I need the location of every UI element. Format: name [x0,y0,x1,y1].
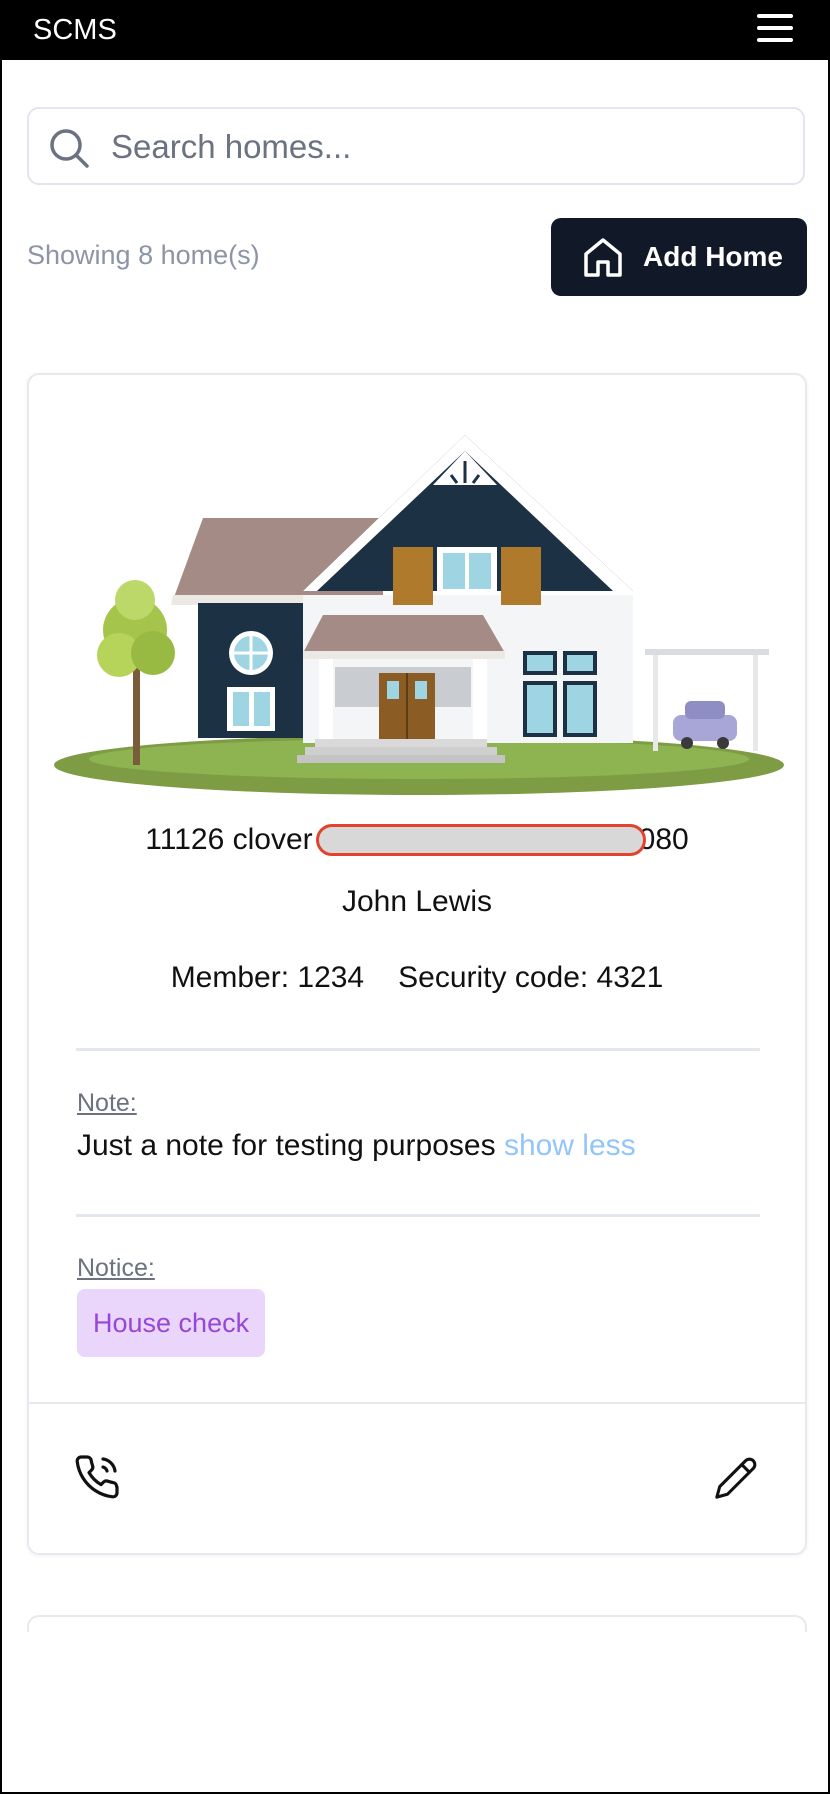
results-count: Showing 8 home(s) [27,240,260,270]
security-code: Security code: 4321 [398,961,664,994]
member-codes: Member: 1234 Security code: 4321 [29,961,805,995]
search-icon [50,129,89,168]
phone-call-icon[interactable] [73,1453,121,1501]
viewport-blank-area [2,1632,828,1792]
address-start: 11126 clover [145,823,313,856]
home-icon [584,238,622,277]
search-input[interactable] [109,121,773,173]
show-less-link[interactable]: show less [504,1129,636,1162]
divider [76,1214,760,1217]
note-body: Just a note for testing purposes [77,1129,496,1162]
hamburger-menu-icon[interactable] [754,12,796,46]
app-frame: SCMS Showing 8 home(s) Add Home [0,0,830,1794]
notice-badge[interactable]: House check [77,1289,266,1357]
top-navbar: SCMS [2,2,828,60]
divider [76,1048,760,1051]
add-home-label: Add Home [643,241,783,272]
add-home-button[interactable]: Add Home [551,218,807,296]
note-text: Just a note for testing purposes show le… [77,1129,636,1163]
house-illustration [54,435,784,795]
brand-title: SCMS [33,14,117,46]
address-end: 080 [638,823,689,856]
redaction-mark [316,824,646,856]
pencil-icon[interactable] [713,1455,759,1501]
search-box[interactable] [27,107,805,185]
notice-label: Notice: [77,1254,155,1282]
note-label: Note: [77,1089,137,1117]
owner-name: John Lewis [341,885,493,918]
card-footer-divider [29,1402,805,1404]
home-card: 11126 clover 080 John Lewis Member: 1234 S… [27,373,807,1555]
member-number: Member: 1234 [170,961,365,994]
